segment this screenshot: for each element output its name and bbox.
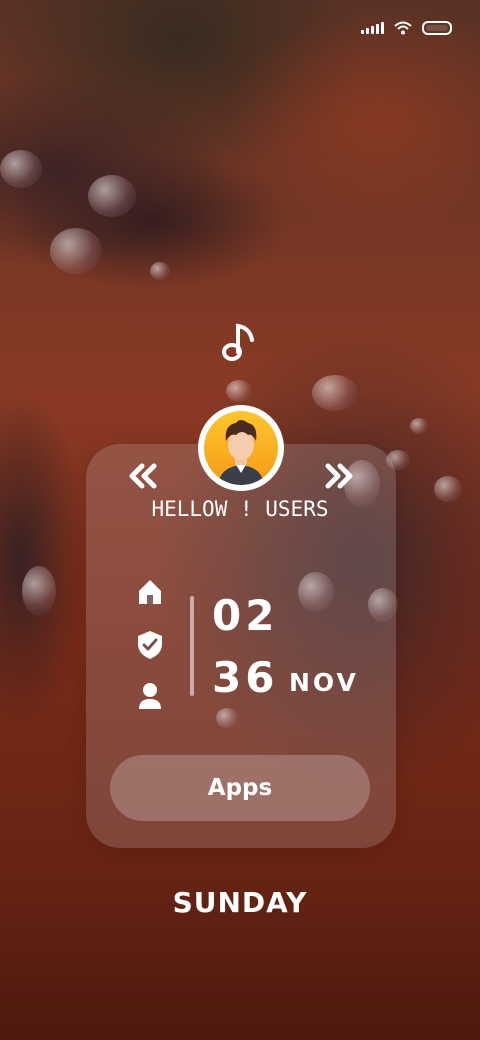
apps-button[interactable]: Apps [110, 755, 370, 821]
sidebar-icons [136, 578, 164, 734]
date-month: NOV [289, 668, 359, 697]
shield-check-icon[interactable] [137, 630, 163, 660]
wifi-icon [394, 21, 412, 35]
divider [190, 596, 194, 696]
greeting-text: HELLOW ! USERS [151, 497, 329, 521]
day-of-week: SUNDAY [172, 886, 308, 919]
status-bar [361, 16, 452, 40]
user-icon[interactable] [137, 682, 163, 710]
user-avatar [204, 411, 278, 485]
double-chevron-right-icon[interactable] [322, 462, 356, 490]
battery-icon [422, 21, 452, 35]
signal-icon [361, 22, 384, 34]
clock-minute: 36 [212, 653, 279, 702]
home-icon[interactable] [136, 578, 164, 606]
avatar[interactable] [198, 405, 284, 491]
double-chevron-left-icon[interactable] [126, 462, 160, 490]
clock-hour: 02 [212, 591, 279, 640]
music-note-icon[interactable] [218, 320, 262, 364]
